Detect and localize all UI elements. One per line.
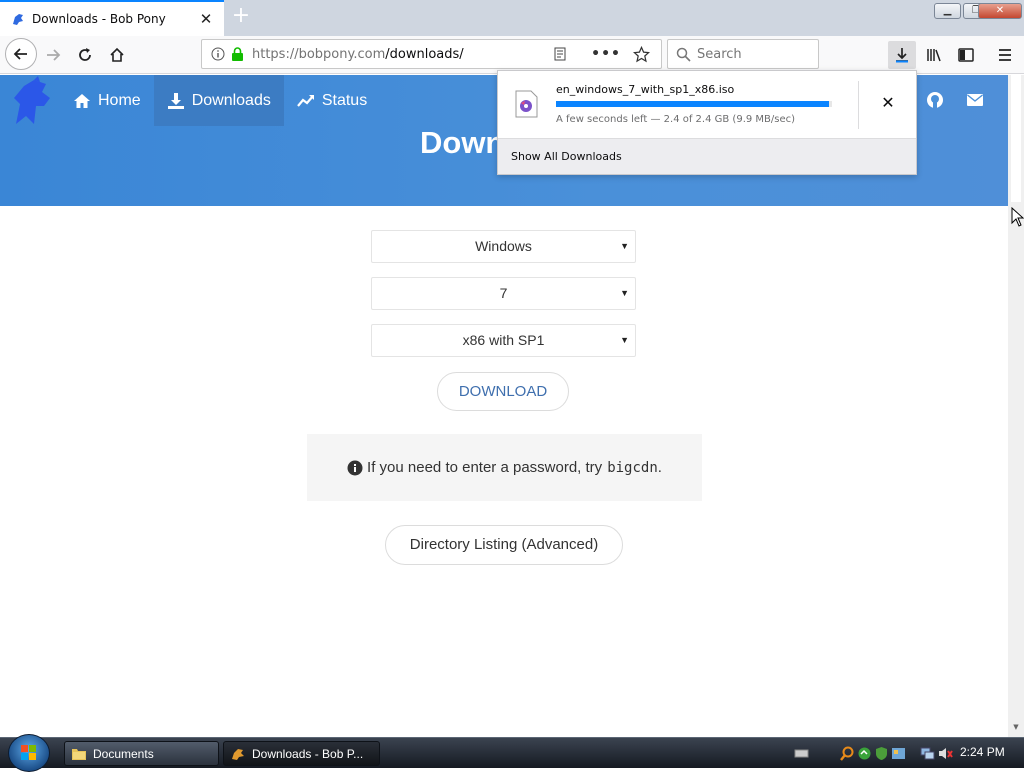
lock-icon[interactable] [231, 47, 244, 61]
download-item[interactable]: en_windows_7_with_sp1_x86.iso A few seco… [498, 71, 916, 138]
show-all-downloads[interactable]: Show All Downloads [498, 138, 916, 174]
reload-icon [79, 48, 91, 61]
tab-close-icon[interactable]: ✕ [198, 10, 214, 28]
github-icon[interactable] [926, 91, 944, 109]
site-nav-home-label: Home [98, 91, 141, 109]
divider [858, 81, 859, 129]
home-button[interactable] [103, 41, 131, 69]
edition-select[interactable]: x86 with SP1 ▼ [371, 324, 636, 357]
bobpony-favicon-icon [13, 14, 23, 25]
page-scrollbar[interactable]: ▲ ▼ [1008, 75, 1024, 737]
version-select-value: 7 [499, 285, 508, 301]
sidebar-icon [958, 48, 974, 62]
reader-view-icon[interactable] [553, 47, 567, 61]
pony-logo-icon [14, 75, 50, 124]
os-select[interactable]: Windows ▼ [371, 230, 636, 263]
taskbar: Documents Downloads - Bob P... 2:24 PM [0, 734, 1024, 772]
update-tray-icon[interactable] [891, 746, 906, 761]
url-path: /downloads/ [385, 46, 464, 62]
download-progress-fill [556, 101, 830, 107]
password-notice: If you need to enter a password, try big… [307, 434, 702, 501]
window-close-button[interactable]: ✕ [978, 3, 1022, 19]
folder-icon [72, 748, 86, 760]
tab-title: Downloads - Bob Pony [32, 12, 166, 26]
sidebar-button[interactable] [952, 41, 980, 69]
version-select[interactable]: 7 ▼ [371, 277, 636, 310]
url-text[interactable]: https://bobpony.com/downloads/ [252, 47, 553, 62]
notice-text: If you need to enter a password, try [367, 459, 603, 476]
cancel-download-icon[interactable]: ✕ [878, 93, 898, 113]
arrow-right-icon [47, 49, 61, 61]
new-tab-button[interactable]: + [228, 4, 254, 30]
downloads-panel: en_windows_7_with_sp1_x86.iso A few seco… [497, 70, 917, 175]
library-button[interactable] [920, 41, 948, 69]
trend-icon [296, 94, 314, 107]
library-icon [927, 49, 941, 62]
caret-down-icon: ▼ [620, 335, 629, 345]
taskbar-firefox[interactable]: Downloads - Bob P... [223, 741, 380, 766]
downloads-button[interactable] [888, 41, 916, 69]
os-select-value: Windows [475, 238, 532, 254]
search-icon [676, 47, 691, 62]
directory-listing-button[interactable]: Directory Listing (Advanced) [385, 525, 623, 565]
disc-image-file-icon [515, 90, 538, 118]
taskbar-documents[interactable]: Documents [64, 741, 219, 766]
download-status: A few seconds left — 2.4 of 2.4 GB (9.9 … [556, 114, 796, 125]
search-tray-icon[interactable] [840, 746, 855, 761]
site-nav: Home Downloads Status [0, 75, 380, 126]
taskbar-firefox-label: Downloads - Bob P... [252, 746, 364, 761]
taskbar-documents-label: Documents [93, 746, 154, 761]
info-circle-icon [347, 460, 363, 475]
site-nav-status-label: Status [321, 91, 368, 109]
home-icon [74, 93, 90, 108]
nav-toolbar: https://bobpony.com/downloads/ ••• [0, 36, 1024, 74]
page-actions-icon[interactable]: ••• [591, 46, 621, 62]
shield-tray-icon[interactable] [874, 746, 889, 761]
site-logo[interactable] [0, 75, 60, 126]
back-button[interactable] [5, 38, 37, 70]
tab-strip: Downloads - Bob Pony ✕ + ▁ ❐ ✕ [0, 0, 1024, 36]
url-host: https://bobpony.com [252, 46, 386, 62]
tab-downloads[interactable]: Downloads - Bob Pony ✕ [0, 0, 224, 36]
site-nav-home[interactable]: Home [60, 75, 154, 126]
url-bar[interactable]: https://bobpony.com/downloads/ ••• [201, 39, 662, 69]
site-nav-downloads-label: Downloads [191, 91, 271, 109]
hamburger-menu-icon [999, 49, 1011, 61]
bookmark-star-icon[interactable] [633, 45, 650, 63]
search-input[interactable] [697, 46, 807, 62]
home-icon [110, 47, 124, 62]
caret-down-icon: ▼ [620, 288, 629, 298]
taskbar-clock[interactable]: 2:24 PM [960, 745, 1005, 759]
caret-down-icon: ▼ [620, 241, 629, 251]
search-bar[interactable] [667, 39, 819, 69]
mail-icon[interactable] [966, 91, 984, 109]
forward-button[interactable] [39, 41, 67, 69]
reload-button[interactable] [71, 41, 99, 69]
scroll-down-icon[interactable]: ▼ [1008, 723, 1024, 735]
scroll-thumb[interactable] [1011, 75, 1021, 202]
arrow-left-icon [13, 48, 27, 60]
start-button[interactable] [8, 734, 50, 772]
download-icon [167, 92, 184, 109]
edition-select-value: x86 with SP1 [462, 332, 545, 348]
minimize-button[interactable]: ▁ [934, 3, 961, 19]
info-icon[interactable] [211, 47, 225, 61]
download-progress-bar [556, 101, 832, 107]
download-filename: en_windows_7_with_sp1_x86.iso [556, 83, 735, 96]
network-tray-icon[interactable] [920, 746, 935, 761]
keyboard-icon[interactable] [794, 746, 809, 761]
volume-muted-icon[interactable] [938, 746, 953, 761]
notice-code: bigcdn [607, 459, 658, 476]
mouse-cursor-icon [1011, 207, 1024, 227]
site-nav-status[interactable]: Status [284, 75, 380, 126]
download-arrow-icon [896, 48, 908, 63]
menu-button[interactable] [991, 41, 1019, 69]
download-button[interactable]: DOWNLOAD [437, 372, 569, 411]
notice-tail: . [657, 459, 662, 476]
browser-app-icon [232, 748, 244, 760]
site-nav-downloads[interactable]: Downloads [153, 75, 284, 126]
windows-logo-icon [21, 745, 36, 760]
sync-tray-icon[interactable] [857, 746, 872, 761]
